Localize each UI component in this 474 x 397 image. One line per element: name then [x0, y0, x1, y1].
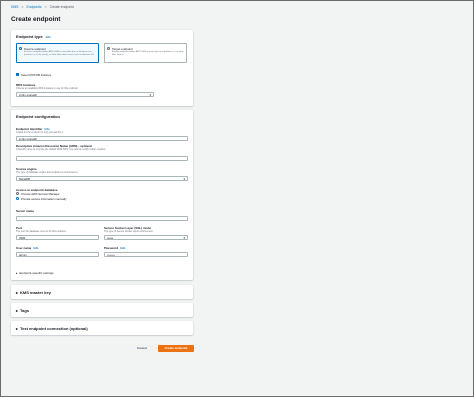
rds-checkbox[interactable] [16, 73, 19, 76]
tags-title: Tags [20, 307, 30, 313]
identifier-input[interactable]: imdm-mariadb [16, 136, 188, 141]
user-name-info-link[interactable]: Info [33, 246, 38, 250]
user-name-label-row: User name Info [16, 246, 38, 250]
rds-instance-value: imdm-mariadb [19, 93, 37, 97]
ssl-mode-value: none [107, 236, 114, 240]
secrets-manager-radio[interactable] [16, 192, 19, 195]
arn-input[interactable] [16, 156, 188, 161]
password-label-row: Password Info [104, 246, 125, 250]
endpoint-type-header: Endpoint type Info [16, 34, 51, 39]
identifier-hint: A label for the endpoint to help you ide… [16, 131, 64, 134]
ssl-mode-select[interactable]: none ▾ [104, 235, 188, 240]
caret-right-icon: ▸ [16, 325, 19, 331]
endpoint-config-title: Endpoint configuration [16, 114, 60, 119]
manual-access-option: Provide access information manually [21, 197, 67, 201]
rds-instance-hint: Choose an available RDS instance to use … [16, 87, 79, 90]
endpoint-type-title: Endpoint type [16, 34, 43, 39]
chevron-down-icon: ▾ [149, 93, 151, 97]
password-input[interactable]: •••••••• [104, 252, 188, 257]
endpoint-config-header: Endpoint configuration [16, 114, 60, 119]
endpoint-config-panel: Endpoint configuration Endpoint identifi… [11, 110, 193, 280]
manual-access-radio[interactable] [16, 197, 19, 200]
source-endpoint-radio[interactable] [19, 47, 22, 50]
endpoint-specific-settings-label: Endpoint-specific settings [19, 271, 54, 275]
source-endpoint-tile[interactable]: Source endpoint A source endpoint allows… [16, 43, 99, 63]
endpoint-type-info-link[interactable]: Info [46, 35, 51, 39]
source-endpoint-desc: A source endpoint allows AWS DMS to read… [24, 51, 95, 56]
test-connection-section[interactable]: ▸ Test endpoint connection (optional) [11, 321, 193, 335]
target-endpoint-tile[interactable]: Target endpoint A target endpoint allows… [104, 43, 187, 63]
kms-master-key-section[interactable]: ▸ KMS master key [11, 285, 193, 299]
breadcrumb-dms[interactable]: DMS [11, 5, 19, 9]
source-engine-hint: The type of database engine this endpoin… [16, 171, 78, 174]
breadcrumb-separator: > [44, 5, 47, 9]
kms-master-key-title: KMS master key [20, 289, 51, 295]
user-name-input[interactable]: admin [16, 252, 99, 257]
port-input[interactable]: 3306 [16, 235, 99, 240]
password-info-link[interactable]: Info [120, 246, 125, 250]
port-hint: The port the database runs on for this e… [16, 230, 67, 233]
app-frame: DMS > Endpoints > Create endpoint Create… [0, 0, 474, 397]
breadcrumb-current: Create endpoint [49, 5, 74, 9]
caret-right-icon: ▸ [16, 271, 18, 275]
password-label: Password [104, 246, 119, 250]
endpoint-specific-settings-expander[interactable]: ▸ Endpoint-specific settings [16, 271, 54, 275]
breadcrumb: DMS > Endpoints > Create endpoint [11, 5, 74, 9]
target-endpoint-desc: A target endpoint allows AWS DMS to writ… [112, 51, 184, 56]
user-name-label: User name [16, 246, 32, 250]
secrets-manager-option: Choose AWS Secrets Manager [21, 192, 60, 196]
server-name-label: Server name [16, 209, 35, 213]
caret-right-icon: ▸ [16, 289, 19, 295]
test-connection-title: Test endpoint connection (optional) [20, 325, 88, 331]
tags-section[interactable]: ▸ Tags [11, 303, 193, 317]
breadcrumb-endpoints[interactable]: Endpoints [27, 5, 42, 9]
create-endpoint-button[interactable]: Create endpoint [158, 345, 194, 352]
rds-checkbox-label: Select RDS DB instance [21, 73, 52, 77]
breadcrumb-separator: > [21, 5, 24, 9]
target-endpoint-radio[interactable] [107, 47, 110, 50]
caret-right-icon: ▸ [16, 307, 19, 313]
cancel-button[interactable]: Cancel [137, 346, 147, 350]
endpoint-type-panel: Endpoint type Info Source endpoint A sou… [11, 30, 193, 106]
ssl-mode-hint: The type of Secure Socket Layer enforcem… [104, 230, 153, 233]
chevron-down-icon: ▾ [183, 177, 185, 181]
chevron-down-icon: ▾ [183, 236, 185, 240]
source-engine-select[interactable]: MariaDB ▾ [16, 176, 188, 181]
server-name-input[interactable] [16, 216, 188, 221]
source-engine-value: MariaDB [19, 177, 30, 181]
page-title: Create endpoint [11, 16, 61, 23]
rds-instance-select[interactable]: imdm-mariadb ▾ [16, 92, 154, 97]
arn-hint: A friendly name to override the default … [16, 148, 106, 151]
